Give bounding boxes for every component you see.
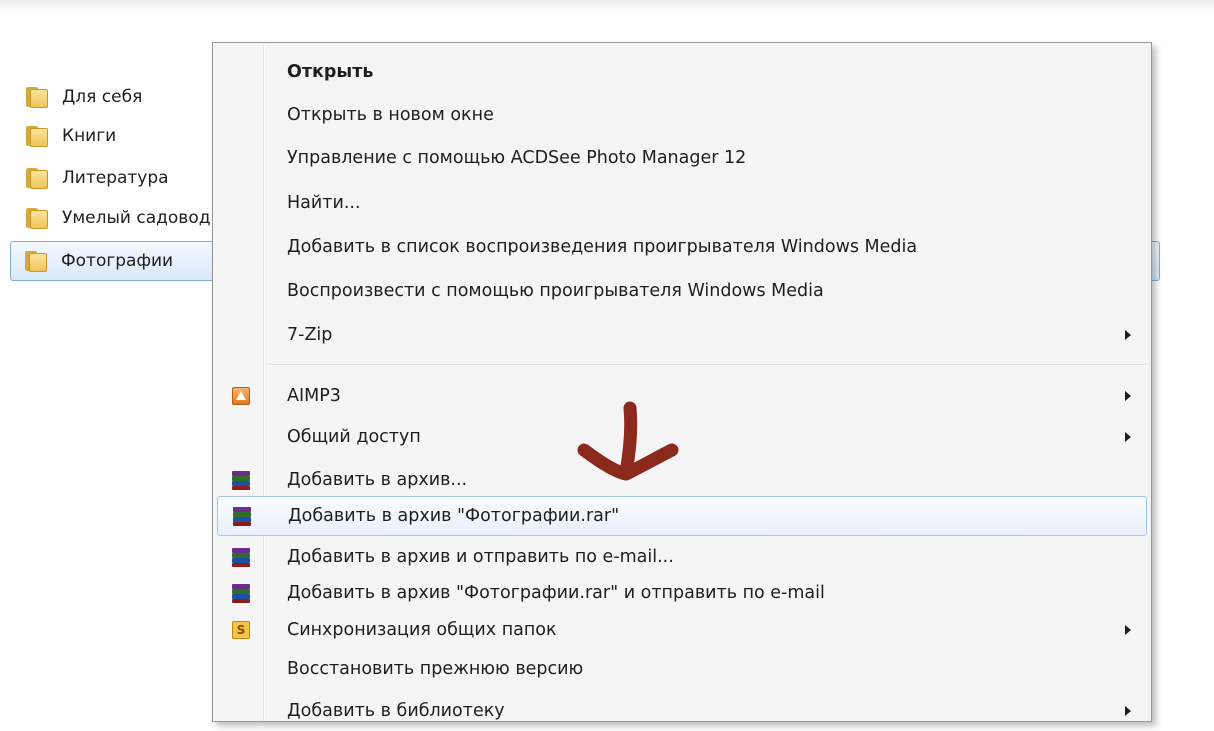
winrar-icon	[231, 583, 251, 603]
menu-item-7zip[interactable]: 7-Zip	[217, 315, 1147, 355]
menu-item-add-to-archive-email[interactable]: Добавить в архив и отправить по e-mail..…	[217, 537, 1147, 577]
submenu-arrow-icon	[1125, 625, 1131, 635]
menu-item-add-to-fotografii-rar-email[interactable]: Добавить в архив "Фотографии.rar" и отпр…	[217, 573, 1147, 613]
menu-item-label: Найти...	[287, 193, 361, 213]
folder-icon	[24, 84, 50, 110]
context-menu: Открыть Открыть в новом окне Управление …	[212, 42, 1152, 722]
address-area	[0, 14, 152, 66]
menu-item-label: Добавить в архив "Фотографии.rar" и отпр…	[287, 583, 825, 603]
menu-separator	[269, 364, 1147, 366]
top-shadow	[0, 0, 1214, 14]
menu-item-label: Управление с помощью ACDSee Photo Manage…	[287, 148, 747, 168]
menu-item-label: AIMP3	[287, 386, 341, 406]
menu-item-restore-previous-version[interactable]: Восстановить прежнюю версию	[217, 649, 1147, 689]
menu-item-add-to-library[interactable]: Добавить в библиотеку	[217, 691, 1147, 731]
annotation-arrow-icon	[577, 401, 679, 481]
folder-icon	[23, 248, 49, 274]
menu-item-label: Добавить в архив...	[287, 470, 468, 490]
menu-item-add-to-fotografii-rar[interactable]: Добавить в архив "Фотографии.rar"	[217, 496, 1147, 536]
winrar-icon	[231, 470, 251, 490]
folder-label: Для себя	[62, 87, 143, 107]
submenu-arrow-icon	[1125, 330, 1131, 340]
folder-label: Литература	[62, 168, 169, 188]
aimp-icon	[232, 387, 250, 405]
folder-label: Умелый садовод	[62, 208, 211, 228]
menu-item-label: Добавить в архив и отправить по e-mail..…	[287, 547, 674, 567]
menu-item-sync-shared-folders[interactable]: S Синхронизация общих папок	[217, 610, 1147, 650]
menu-item-add-to-wmp-playlist[interactable]: Добавить в список воспроизведения проигр…	[217, 227, 1147, 267]
menu-item-label: Добавить в архив "Фотографии.rar"	[288, 506, 620, 526]
winrar-icon	[231, 547, 251, 567]
submenu-arrow-icon	[1125, 432, 1131, 442]
menu-item-label: Открыть	[287, 62, 374, 82]
folder-icon	[24, 123, 50, 149]
folder-icon	[24, 165, 50, 191]
menu-item-label: Воспроизвести с помощью проигрывателя Wi…	[287, 281, 824, 301]
menu-item-find[interactable]: Найти...	[217, 183, 1147, 223]
sync-icon: S	[232, 621, 250, 639]
menu-item-label: Добавить в список воспроизведения проигр…	[287, 237, 918, 257]
folder-label: Фотографии	[61, 251, 174, 271]
menu-item-acdsee[interactable]: Управление с помощью ACDSee Photo Manage…	[217, 138, 1147, 178]
folder-label: Книги	[62, 126, 117, 146]
menu-item-label: Синхронизация общих папок	[287, 620, 557, 640]
menu-item-label: Добавить в библиотеку	[287, 701, 505, 721]
submenu-arrow-icon	[1125, 391, 1131, 401]
menu-item-open[interactable]: Открыть	[217, 52, 1147, 92]
menu-item-play-with-wmp[interactable]: Воспроизвести с помощью проигрывателя Wi…	[217, 271, 1147, 311]
menu-item-label: 7-Zip	[287, 325, 333, 345]
menu-item-label: Общий доступ	[287, 427, 421, 447]
folder-icon	[24, 205, 50, 231]
winrar-icon	[232, 506, 252, 526]
menu-item-open-new-window[interactable]: Открыть в новом окне	[217, 95, 1147, 135]
menu-item-label: Восстановить прежнюю версию	[287, 659, 584, 679]
menu-item-label: Открыть в новом окне	[287, 105, 494, 125]
